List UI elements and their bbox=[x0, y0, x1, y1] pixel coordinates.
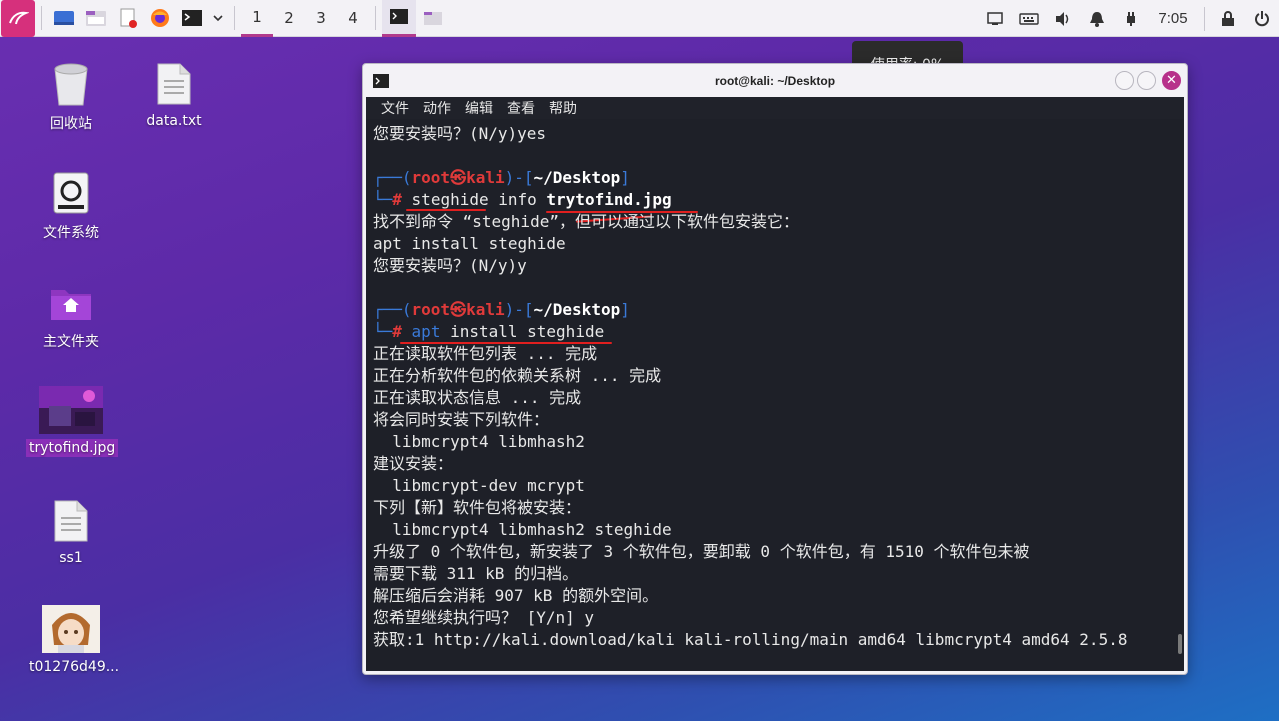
kali-logo-icon bbox=[9, 11, 29, 25]
menu-file[interactable]: 文件 bbox=[381, 98, 409, 118]
workspace-3[interactable]: 3 bbox=[305, 0, 337, 37]
terminal-icon[interactable] bbox=[176, 0, 208, 37]
panel-separator bbox=[375, 6, 376, 30]
command-args: install steghide bbox=[440, 322, 605, 341]
terminal-line: apt install steghide bbox=[373, 234, 566, 253]
command-args: info bbox=[488, 190, 547, 209]
desktop-icon-label: trytofind.jpg bbox=[26, 439, 119, 457]
file-manager-icon bbox=[424, 11, 442, 25]
terminal-line: 您要安装吗？(N/y)yes bbox=[373, 124, 547, 143]
window-title: root@kali: ~/Desktop bbox=[714, 73, 836, 88]
show-desktop-icon[interactable] bbox=[48, 0, 80, 37]
terminal-line: 正在读取软件包列表 ... 完成 bbox=[373, 344, 598, 363]
keyboard-icon[interactable] bbox=[1012, 0, 1046, 37]
prompt-line: ┌──(root㉿kali)-[~/Desktop] bbox=[373, 300, 630, 319]
command-word: steghide bbox=[411, 190, 489, 209]
window-titlebar[interactable]: root@kali: ~/Desktop ✕ bbox=[363, 64, 1187, 97]
desktop-icon-label: ss1 bbox=[59, 550, 83, 566]
desktop-icon-data-txt[interactable]: data.txt bbox=[129, 60, 219, 130]
system-tray: 7:05 bbox=[978, 0, 1279, 37]
menu-help[interactable]: 帮助 bbox=[549, 98, 577, 118]
command-line: └─# steghide info trytofind.jpg bbox=[373, 190, 672, 209]
desktop-icon-label: 文件系统 bbox=[43, 225, 99, 241]
image-thumbnail-icon bbox=[26, 385, 116, 435]
terminal-line: 将会同时安装下列软件： bbox=[373, 410, 550, 429]
desktop-icon-home[interactable]: 主文件夹 bbox=[26, 280, 116, 352]
text-editor-icon[interactable] bbox=[112, 0, 144, 37]
terminal-line: 您要安装吗？(N/y)y bbox=[373, 256, 527, 275]
panel-clock[interactable]: 7:05 bbox=[1148, 10, 1198, 27]
desktop-icon-filesystem[interactable]: 文件系统 bbox=[26, 169, 116, 243]
terminal-line: libmcrypt-dev mcrypt bbox=[373, 476, 585, 495]
terminal-window: root@kali: ~/Desktop ✕ 文件 动作 编辑 查看 帮助 您要… bbox=[362, 63, 1188, 675]
terminal-line: 需要下载 311 kB 的归档。 bbox=[373, 564, 579, 583]
maximize-button[interactable] bbox=[1137, 71, 1156, 90]
close-button[interactable]: ✕ bbox=[1162, 71, 1181, 90]
desktop-icon-trytofind-jpg[interactable]: trytofind.jpg bbox=[26, 385, 119, 457]
prompt-line: ┌──(root㉿kali)-[~/Desktop] bbox=[373, 168, 630, 187]
terminal-scrollbar[interactable] bbox=[1178, 634, 1182, 654]
taskbar-terminal[interactable] bbox=[382, 0, 416, 37]
desktop-icon-t01276d49[interactable]: t01276d49... bbox=[26, 604, 119, 676]
panel-separator bbox=[234, 6, 235, 30]
terminal-line: 正在读取状态信息 ... 完成 bbox=[373, 388, 582, 407]
terminal-output[interactable]: 您要安装吗？(N/y)yes ┌──(root㉿kali)-[~/Desktop… bbox=[366, 119, 1184, 671]
terminal-line: 获取:1 http://kali.download/kali kali-roll… bbox=[373, 630, 1128, 649]
desktop-icon-label: data.txt bbox=[146, 113, 202, 129]
notification-bell-icon[interactable] bbox=[1080, 0, 1114, 37]
terminal-line: 您希望继续执行吗？ [Y/n] y bbox=[373, 608, 595, 627]
workspace-1[interactable]: 1 bbox=[241, 0, 273, 37]
terminal-icon bbox=[390, 9, 408, 24]
text-file-icon bbox=[129, 60, 219, 108]
desktop-icon-label: 回收站 bbox=[50, 116, 92, 132]
workspace-2[interactable]: 2 bbox=[273, 0, 305, 37]
prompt-hash: # bbox=[392, 190, 402, 209]
home-folder-icon bbox=[26, 280, 116, 326]
command-word: apt bbox=[411, 322, 441, 341]
drive-icon bbox=[26, 169, 116, 217]
menu-edit[interactable]: 编辑 bbox=[465, 98, 493, 118]
terminal-line: 正在分析软件包的依赖关系树 ... 完成 bbox=[373, 366, 662, 385]
terminal-line: 下列【新】软件包将被安装： bbox=[373, 498, 582, 517]
prompt-user: root bbox=[411, 168, 451, 187]
display-icon[interactable] bbox=[978, 0, 1012, 37]
desktop-icon-label: t01276d49... bbox=[29, 659, 120, 675]
terminal-line: libmcrypt4 libmhash2 bbox=[373, 432, 585, 451]
terminal-line: 建议安装： bbox=[373, 454, 454, 473]
terminal-menubar: 文件 动作 编辑 查看 帮助 bbox=[366, 97, 1184, 119]
panel-separator bbox=[1204, 6, 1205, 31]
power-plug-icon[interactable] bbox=[1114, 0, 1148, 37]
image-thumbnail-icon bbox=[26, 604, 116, 654]
firefox-icon[interactable] bbox=[144, 0, 176, 37]
prompt-dir: ~/Desktop bbox=[533, 168, 621, 187]
logout-icon[interactable] bbox=[1245, 0, 1279, 37]
desktop-icon-label: 主文件夹 bbox=[43, 334, 99, 350]
text-file-icon bbox=[26, 497, 116, 545]
terminal-line: 找不到命令 “steghide”，但可以通过以下软件包安装它： bbox=[373, 212, 799, 231]
menu-view[interactable]: 查看 bbox=[507, 98, 535, 118]
chevron-down-icon[interactable] bbox=[208, 0, 228, 37]
menu-actions[interactable]: 动作 bbox=[423, 98, 451, 118]
terminal-line: 升级了 0 个软件包，新安装了 3 个软件包，要卸载 0 个软件包，有 1510… bbox=[373, 542, 1030, 561]
prompt-host: kali bbox=[466, 168, 505, 187]
panel-separator bbox=[41, 6, 42, 30]
volume-icon[interactable] bbox=[1046, 0, 1080, 37]
terminal-icon bbox=[373, 73, 389, 92]
desktop-icon-ss1[interactable]: ss1 bbox=[26, 497, 116, 567]
terminal-line: 解压缩后会消耗 907 kB 的额外空间。 bbox=[373, 586, 659, 605]
workspace-4[interactable]: 4 bbox=[337, 0, 369, 37]
kali-menu-button[interactable] bbox=[1, 0, 35, 37]
taskbar-file-manager[interactable] bbox=[416, 0, 450, 37]
minimize-button[interactable] bbox=[1115, 71, 1134, 90]
terminal-line: libmcrypt4 libmhash2 steghide bbox=[373, 520, 672, 539]
top-panel: 1 2 3 4 7:05 bbox=[0, 0, 1279, 37]
command-line: └─# apt install steghide bbox=[373, 322, 605, 341]
trash-icon bbox=[26, 60, 116, 108]
lock-screen-icon[interactable] bbox=[1211, 0, 1245, 37]
command-file: trytofind.jpg bbox=[546, 190, 672, 209]
file-manager-icon[interactable] bbox=[80, 0, 112, 37]
desktop-icon-trash[interactable]: 回收站 bbox=[26, 60, 116, 134]
